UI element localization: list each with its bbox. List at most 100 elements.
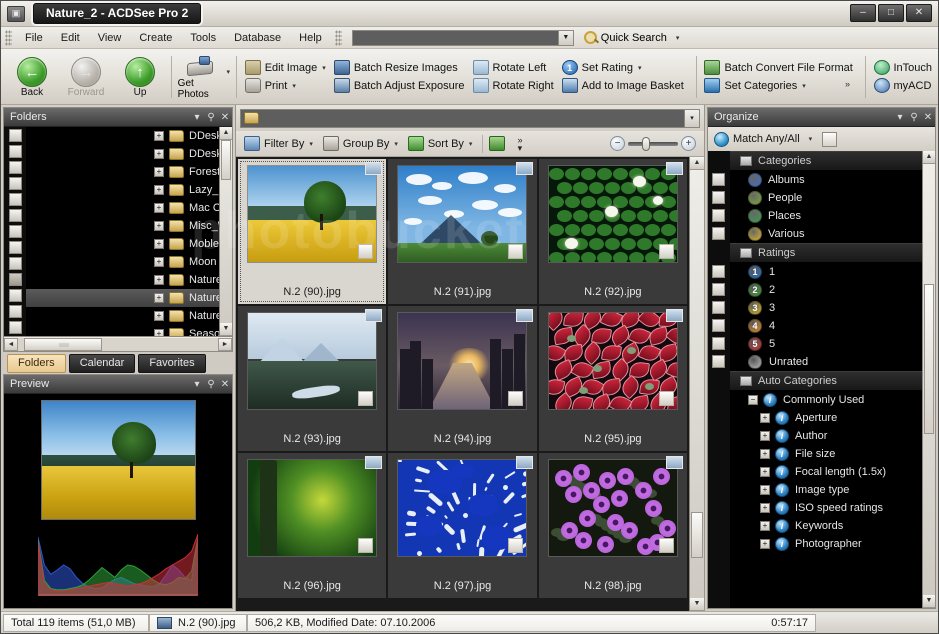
organize-group-header[interactable]: Categories <box>730 151 922 171</box>
folder-tree-item[interactable]: + Seasons <box>26 325 219 336</box>
thumb-scroll-up-icon[interactable]: ▲ <box>690 157 704 170</box>
organize-checkbox[interactable] <box>712 355 725 368</box>
hscroll-thumb[interactable] <box>24 337 102 351</box>
folder-checkbox[interactable] <box>8 225 22 238</box>
chevron-down-icon[interactable]: ▾ <box>676 34 680 42</box>
folder-checkbox[interactable] <box>8 241 22 254</box>
zoom-slider-track[interactable] <box>628 136 678 151</box>
preview-image-area[interactable] <box>4 394 232 608</box>
edit-image-caret-icon[interactable]: ▾ <box>322 64 326 72</box>
organize-list-item[interactable]: Various <box>730 225 922 243</box>
expand-icon[interactable]: + <box>760 467 770 477</box>
filter-overflow-icon[interactable]: » ▾ <box>517 135 522 152</box>
get-photos-button[interactable]: Get Photos <box>178 54 222 100</box>
minimize-button[interactable]: – <box>850 4 876 22</box>
folder-tree-item[interactable]: + Moon <box>26 253 219 271</box>
expand-icon[interactable]: + <box>760 521 770 531</box>
organize-checkbox[interactable] <box>712 283 725 296</box>
organize-scrollbar[interactable]: ▲ ▼ <box>922 151 935 608</box>
print-caret-icon[interactable]: ▾ <box>292 82 296 90</box>
folder-tree-item[interactable]: + Nature_1 <box>26 271 219 289</box>
organize-list-item[interactable]: 22 <box>730 281 922 299</box>
folder-tree-item[interactable]: + Misc_Wallp <box>26 217 219 235</box>
match-caret-icon[interactable]: ▾ <box>809 135 813 143</box>
path-dropdown-icon[interactable]: ▾ <box>684 109 699 127</box>
folders-panel-pin-icon[interactable]: ⚲ <box>204 112 218 123</box>
organize-list-item[interactable]: Albums <box>730 171 922 189</box>
maximize-button[interactable]: □ <box>878 4 904 22</box>
menu-edit[interactable]: Edit <box>52 30 89 46</box>
sort-by-caret-icon[interactable]: ▾ <box>469 140 473 148</box>
org-scroll-thumb[interactable] <box>924 284 934 434</box>
organize-list-item[interactable]: + i Photographer <box>730 535 922 553</box>
thumbnail-cell[interactable]: N.2 (97).jpg <box>388 453 537 598</box>
thumbnail-cell[interactable]: N.2 (92).jpg <box>538 159 687 304</box>
organize-checkbox[interactable] <box>712 227 725 240</box>
back-button[interactable]: ← Back <box>7 55 57 98</box>
expand-icon[interactable]: + <box>154 221 164 231</box>
thumb-scroll-thumb[interactable] <box>691 512 703 558</box>
organize-checkbox[interactable] <box>712 265 725 278</box>
folder-checkbox[interactable] <box>8 177 22 190</box>
thumbnail-cell[interactable]: N.2 (94).jpg <box>388 306 537 451</box>
menu-help[interactable]: Help <box>290 30 331 46</box>
expand-icon[interactable]: + <box>154 149 164 159</box>
organize-checkbox[interactable] <box>712 319 725 332</box>
folder-checkbox[interactable] <box>8 129 22 142</box>
folder-checkbox[interactable] <box>8 273 22 286</box>
organize-list-item[interactable]: + i Focal length (1.5x) <box>730 463 922 481</box>
organize-checkbox[interactable] <box>712 173 725 186</box>
intouch-button[interactable]: InTouch <box>872 59 939 76</box>
menu-tools[interactable]: Tools <box>181 30 225 46</box>
expand-icon[interactable]: + <box>154 185 164 195</box>
tab-favorites[interactable]: Favorites <box>138 354 206 373</box>
organize-checkbox[interactable] <box>712 209 725 222</box>
preview-panel-menu-icon[interactable]: ▾ <box>190 379 204 390</box>
folder-tree-item[interactable]: + Forests <box>26 163 219 181</box>
expand-icon[interactable]: + <box>154 203 164 213</box>
edit-image-button[interactable]: Edit Image ▾ <box>243 59 332 76</box>
organize-list-item[interactable]: + i Author <box>730 427 922 445</box>
expand-icon[interactable]: + <box>154 275 164 285</box>
filter-by-button[interactable]: Filter By ▾ <box>240 134 317 153</box>
get-photos-caret-icon[interactable]: ▾ <box>227 68 231 76</box>
toolbar-overflow-icon[interactable]: » <box>845 79 850 89</box>
organize-list-item[interactable]: 33 <box>730 299 922 317</box>
rotate-right-button[interactable]: Rotate Right <box>471 77 560 94</box>
expand-icon[interactable]: + <box>154 293 164 303</box>
organize-checkbox[interactable] <box>712 191 725 204</box>
set-rating-button[interactable]: 1 Set Rating ▾ <box>560 59 690 76</box>
expand-icon[interactable]: + <box>154 167 164 177</box>
menu-database[interactable]: Database <box>225 30 290 46</box>
folders-panel-menu-icon[interactable]: ▾ <box>190 112 204 123</box>
folder-tree-item[interactable]: + DDeskN05 <box>26 127 219 145</box>
menu-view[interactable]: View <box>89 30 131 46</box>
organize-list-item[interactable]: 11 <box>730 263 922 281</box>
organize-list-item[interactable]: + i File size <box>730 445 922 463</box>
zoom-out-button[interactable]: − <box>610 136 625 151</box>
organize-list-item[interactable]: + i ISO speed ratings <box>730 499 922 517</box>
organize-list-item[interactable]: 55 <box>730 335 922 353</box>
sort-by-button[interactable]: Sort By ▾ <box>404 134 477 153</box>
folder-checkbox[interactable] <box>8 161 22 174</box>
hscroll-track[interactable] <box>18 337 218 351</box>
organize-group-header[interactable]: Ratings <box>730 243 922 263</box>
expand-icon[interactable]: + <box>760 503 770 513</box>
organize-group-header[interactable]: Auto Categories <box>730 371 922 391</box>
batch-convert-button[interactable]: Batch Convert File Format <box>702 59 858 76</box>
properties-icon[interactable] <box>489 136 506 151</box>
org-scroll-up-icon[interactable]: ▲ <box>923 151 935 164</box>
folder-checkbox[interactable] <box>8 145 22 158</box>
expand-icon[interactable]: − <box>748 395 758 405</box>
folder-checkbox[interactable] <box>8 209 22 222</box>
thumbnail-cell[interactable]: N.2 (96).jpg <box>238 453 387 598</box>
path-input[interactable]: ▾ <box>240 108 700 128</box>
batch-resize-button[interactable]: Batch Resize Images <box>332 59 471 76</box>
tab-calendar[interactable]: Calendar <box>68 354 136 373</box>
menu-create[interactable]: Create <box>130 30 181 46</box>
preview-panel-pin-icon[interactable]: ⚲ <box>204 379 218 390</box>
new-item-icon[interactable] <box>822 131 838 147</box>
organize-list-item[interactable]: Places <box>730 207 922 225</box>
organize-list-item[interactable]: + i Image type <box>730 481 922 499</box>
expand-icon[interactable]: + <box>154 311 164 321</box>
